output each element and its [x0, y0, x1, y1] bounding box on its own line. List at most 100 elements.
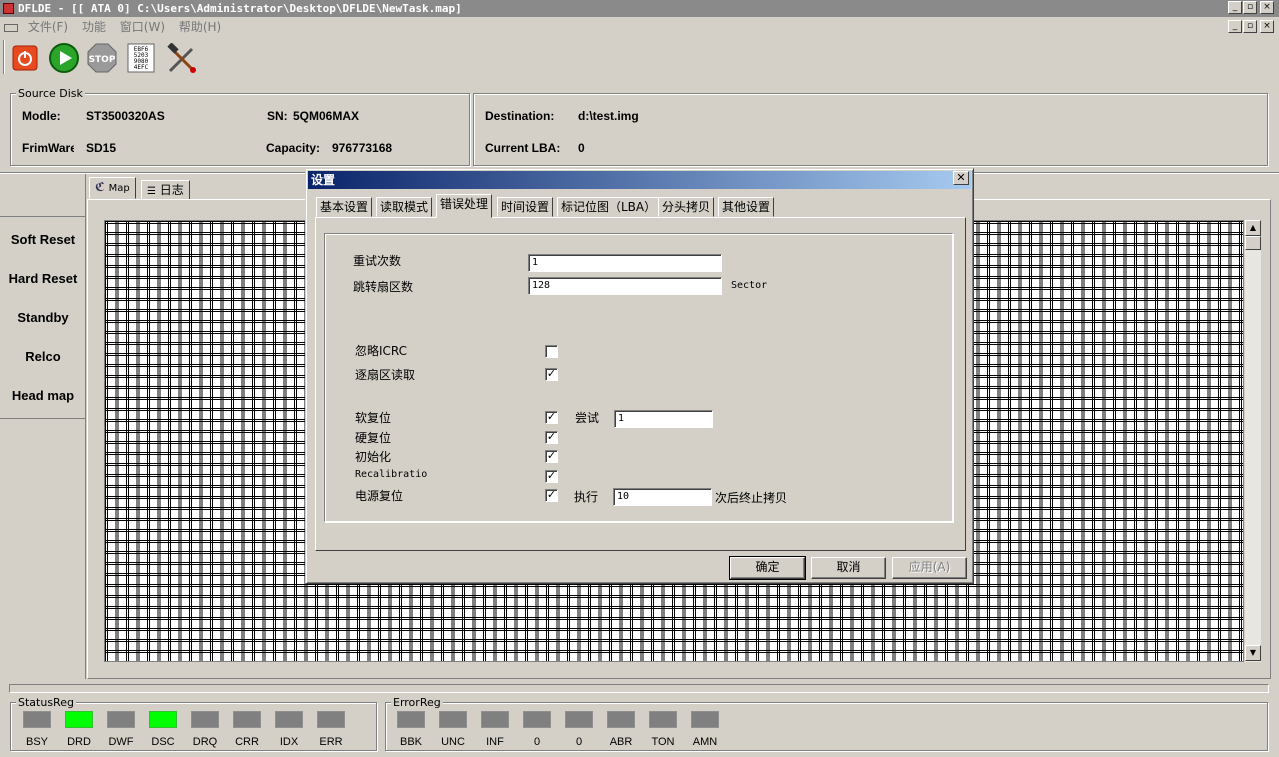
- tab-log-label: 日志: [159, 183, 184, 197]
- tab-other-settings[interactable]: 其他设置: [718, 197, 775, 217]
- dialog-close-icon[interactable]: ✕: [953, 171, 969, 185]
- tab-time-settings[interactable]: 时间设置: [497, 197, 554, 217]
- standby-button[interactable]: Standby: [2, 298, 84, 337]
- led-indicator: [65, 711, 93, 728]
- sector-read-label: 逐扇区读取: [355, 368, 416, 382]
- led-label: DRQ: [192, 736, 218, 748]
- led-indicator: [233, 711, 261, 728]
- led-label: BBK: [399, 736, 422, 748]
- map-scrollbar[interactable]: ▲ ▼: [1244, 220, 1261, 662]
- init-checkbox[interactable]: ✓: [545, 450, 558, 463]
- log-tab-icon: ☰: [147, 186, 156, 197]
- tools-icon[interactable]: [166, 42, 196, 73]
- skip-sectors-input[interactable]: 128: [528, 277, 722, 295]
- progress-bar: [9, 684, 1269, 693]
- apply-button[interactable]: 应用(A): [892, 557, 967, 579]
- hex-data-icon[interactable]: EBF6 5203 9080 4EFC: [127, 43, 157, 73]
- tab-error-handling[interactable]: 错误处理: [436, 194, 493, 218]
- led-indicator: [607, 711, 635, 728]
- mdi-minimize-icon[interactable]: _: [1228, 20, 1242, 33]
- hard-reset-checkbox[interactable]: ✓: [545, 431, 558, 444]
- tab-log[interactable]: ☰ 日志: [141, 180, 190, 200]
- window-title: DFLDE - [[ ATA 0] C:\Users\Administrator…: [18, 2, 462, 15]
- capacity-label: Capacity:: [266, 141, 321, 155]
- menu-file[interactable]: 文件(F): [28, 20, 68, 34]
- scroll-down-icon[interactable]: ▼: [1245, 645, 1261, 661]
- minimize-icon[interactable]: _: [1228, 1, 1242, 14]
- status-reg-title: StatusReg: [16, 696, 76, 709]
- soft-reset-label: 软复位: [355, 411, 392, 425]
- scroll-up-icon[interactable]: ▲: [1245, 220, 1261, 236]
- tab-basic-settings[interactable]: 基本设置: [316, 197, 373, 217]
- exec-count-input[interactable]: 10: [613, 488, 712, 506]
- power-reset-checkbox[interactable]: ✓: [545, 489, 558, 502]
- tab-head-copy[interactable]: 分头拷贝: [658, 197, 715, 217]
- menu-help[interactable]: 帮助(H): [179, 20, 221, 34]
- led-label: DWF: [108, 736, 134, 748]
- soft-reset-checkbox[interactable]: ✓: [545, 411, 558, 424]
- led-indicator: [275, 711, 303, 728]
- scroll-thumb[interactable]: [1245, 236, 1261, 250]
- tab-bitmap-lba[interactable]: 标记位图（LBA）: [557, 197, 661, 217]
- left-panel-border: [85, 174, 86, 679]
- soft-reset-button[interactable]: Soft Reset: [2, 220, 84, 259]
- led-label: INF: [486, 736, 504, 748]
- destination-value: d:\test.img: [578, 109, 639, 123]
- source-disk-group: [10, 93, 470, 166]
- menu-bar: 文件(F) 功能 窗口(W) 帮助(H): [0, 18, 1279, 36]
- init-label: 初始化: [355, 450, 392, 464]
- tab-map-label: Map: [108, 183, 130, 194]
- ignore-icrc-checkbox[interactable]: [545, 345, 558, 358]
- ignore-icrc-label: 忽略ICRC: [355, 344, 408, 358]
- stop-icon[interactable]: STOP: [86, 42, 117, 73]
- led-indicator: [397, 711, 425, 728]
- led-label: DRD: [67, 736, 91, 748]
- left-divider-top: [0, 216, 85, 217]
- model-value: ST3500320AS: [86, 109, 165, 123]
- led-indicator: [107, 711, 135, 728]
- play-icon[interactable]: [48, 42, 79, 73]
- power-icon[interactable]: [11, 44, 41, 74]
- title-bar: DFLDE - [[ ATA 0] C:\Users\Administrator…: [0, 0, 1279, 17]
- hard-reset-button[interactable]: Hard Reset: [2, 259, 84, 298]
- exec-label: 执行: [574, 490, 599, 504]
- head-map-button[interactable]: Head map: [2, 376, 84, 415]
- led-indicator: [649, 711, 677, 728]
- cancel-button[interactable]: 取消: [811, 557, 886, 579]
- tab-map[interactable]: ℭ Map: [89, 177, 136, 199]
- recal-checkbox[interactable]: ✓: [545, 470, 558, 483]
- led-indicator: [565, 711, 593, 728]
- restore-icon[interactable]: ▫: [1243, 1, 1257, 14]
- led-label: BSY: [25, 736, 48, 748]
- led-label: IDX: [279, 736, 299, 748]
- current-lba-label: Current LBA:: [485, 141, 561, 155]
- menu-function[interactable]: 功能: [82, 20, 106, 34]
- left-divider-bottom: [0, 418, 85, 419]
- exec-suffix-label: 次后终止拷贝: [715, 491, 788, 505]
- dialog-title-bar: 设置: [308, 171, 971, 189]
- tab-read-mode[interactable]: 读取模式: [376, 197, 433, 217]
- led-label: AMN: [692, 736, 718, 748]
- try-count-input[interactable]: 1: [614, 410, 713, 428]
- firmware-label: FrimWare: [22, 141, 74, 155]
- skip-sectors-label: 跳转扇区数: [353, 280, 414, 294]
- mdi-restore-icon[interactable]: ▫: [1243, 20, 1257, 33]
- led-indicator: [481, 711, 509, 728]
- firmware-value: SD15: [86, 141, 117, 155]
- sector-read-checkbox[interactable]: ✓: [545, 368, 558, 381]
- menu-window[interactable]: 窗口(W): [120, 20, 165, 34]
- close-icon[interactable]: ×: [1260, 1, 1274, 14]
- try-label: 尝试: [575, 411, 600, 425]
- power-reset-label: 电源复位: [355, 489, 404, 503]
- led-label: 0: [575, 736, 583, 748]
- ok-button[interactable]: 确定: [729, 556, 806, 580]
- mdi-close-icon[interactable]: ×: [1260, 20, 1274, 33]
- led-label: DSC: [151, 736, 175, 748]
- led-label: ERR: [319, 736, 343, 748]
- error-reg-title: ErrorReg: [391, 696, 443, 709]
- led-label: UNC: [441, 736, 465, 748]
- map-tab-icon: ℭ: [95, 180, 105, 194]
- retry-count-input[interactable]: 1: [528, 254, 722, 272]
- led-indicator: [439, 711, 467, 728]
- relco-button[interactable]: Relco: [2, 337, 84, 376]
